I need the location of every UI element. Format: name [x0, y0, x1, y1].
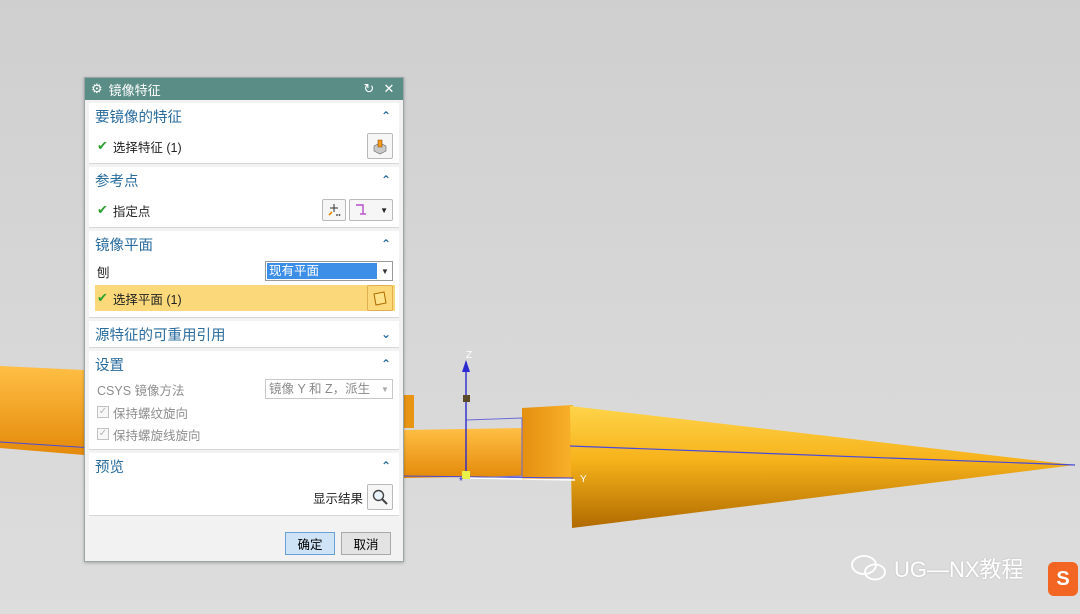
cone-tip: [570, 406, 1075, 528]
csys-method-value: 镜像 Y 和 Z，派生: [269, 382, 371, 396]
point-dialog-button[interactable]: [322, 199, 346, 221]
group-features: 要镜像的特征 ⌃ ✔ 选择特征 (1): [89, 103, 399, 164]
group-header-reuse[interactable]: 源特征的可重用引用 ⌄: [89, 321, 399, 347]
chevron-up-icon[interactable]: ⌃: [379, 173, 393, 187]
chevron-down-icon: ▼: [381, 384, 389, 394]
chevron-up-icon[interactable]: ⌃: [379, 109, 393, 123]
inferred-point-icon: [356, 204, 366, 215]
chevron-down-icon: ▼: [380, 205, 388, 215]
left-shaft-end: [404, 395, 414, 428]
dialog-footer: 确定 取消: [285, 532, 391, 555]
group-title: 设置: [95, 357, 124, 374]
plane-type-select[interactable]: 现有平面 ▼: [265, 261, 393, 281]
group-reference-point: 参考点 ⌃ ✔ 指定点 ▼: [89, 167, 399, 228]
chevron-down-icon[interactable]: ⌄: [379, 327, 393, 341]
group-title: 预览: [95, 459, 124, 476]
group-header-features[interactable]: 要镜像的特征 ⌃: [89, 103, 399, 129]
keep-helix-row[interactable]: ✓ 保持螺旋线旋向: [89, 423, 399, 445]
mirror-feature-dialog: ⚙ 镜像特征 ↻ ✕ 要镜像的特征 ⌃ ✔ 选择特征 (1) 参考点 ⌃ ✔ 指…: [84, 77, 404, 562]
keep-thread-checkbox[interactable]: ✓: [97, 406, 109, 418]
group-header-settings[interactable]: 设置 ⌃: [89, 351, 399, 377]
chevron-down-icon: ▼: [381, 266, 389, 276]
keep-thread-row[interactable]: ✓ 保持螺纹旋向: [89, 401, 399, 423]
group-title: 镜像平面: [95, 237, 153, 254]
plane-type-value: 现有平面: [267, 263, 377, 279]
show-result-row: 显示结果: [89, 479, 399, 515]
z-handle: [463, 395, 470, 402]
z-axis-label: Z: [466, 350, 473, 361]
checkmark-icon: ✔: [97, 138, 108, 153]
chevron-up-icon[interactable]: ⌃: [379, 459, 393, 473]
group-header-preview[interactable]: 预览 ⌃: [89, 453, 399, 479]
select-feature-row[interactable]: ✔ 选择特征 (1): [89, 129, 399, 163]
gear-icon[interactable]: ⚙: [91, 81, 103, 97]
thin-shaft: [404, 428, 526, 478]
cancel-button[interactable]: 取消: [341, 532, 391, 555]
reset-icon[interactable]: ↻: [361, 81, 377, 97]
point-constructor-icon: [328, 204, 341, 216]
chevron-up-icon[interactable]: ⌃: [379, 237, 393, 251]
group-title: 参考点: [95, 173, 139, 190]
step-block: [522, 405, 573, 480]
group-mirror-plane: 镜像平面 ⌃ 刨 现有平面 ▼ ✔ 选择平面 (1): [89, 231, 399, 318]
watermark: UG—NX教程: [850, 552, 1024, 584]
feature-icon: [373, 139, 387, 155]
chevron-up-icon[interactable]: ⌃: [379, 357, 393, 371]
select-plane-label: 选择平面 (1): [112, 292, 182, 307]
watermark-text: UG—NX教程: [894, 557, 1024, 582]
group-header-refpoint[interactable]: 参考点 ⌃: [89, 167, 399, 193]
wechat-icon: [851, 555, 886, 581]
show-result-button[interactable]: [367, 484, 393, 510]
select-feature-label: 选择特征 (1): [112, 140, 182, 155]
dialog-title: 镜像特征: [108, 82, 161, 98]
plane-type-label: 刨: [97, 265, 110, 280]
select-plane-row[interactable]: ✔ 选择平面 (1): [95, 285, 395, 311]
csys-method-row: CSYS 镜像方法 镜像 Y 和 Z，派生 ▼: [89, 377, 399, 401]
point-type-dropdown[interactable]: ▼: [349, 199, 393, 221]
y-axis-label: Y: [580, 474, 587, 485]
specify-point-row[interactable]: ✔ 指定点 ▼: [89, 193, 399, 227]
group-header-plane[interactable]: 镜像平面 ⌃: [89, 231, 399, 257]
group-settings: 设置 ⌃ CSYS 镜像方法 镜像 Y 和 Z，派生 ▼ ✓ 保持螺纹旋向 ✓ …: [89, 351, 399, 450]
plane-type-row: 刨 现有平面 ▼: [89, 257, 399, 285]
csys-method-select[interactable]: 镜像 Y 和 Z，派生 ▼: [265, 379, 393, 399]
keep-helix-label: 保持螺旋线旋向: [113, 428, 201, 443]
sogou-logo-icon: S: [1048, 562, 1078, 596]
checkmark-icon: ✔: [97, 290, 108, 305]
checkmark-icon: ✔: [97, 202, 108, 217]
group-reusable-references: 源特征的可重用引用 ⌄: [89, 321, 399, 348]
magnifier-icon: [372, 489, 388, 505]
group-title: 源特征的可重用引用: [95, 327, 226, 344]
dialog-titlebar[interactable]: ⚙ 镜像特征 ↻ ✕: [85, 78, 403, 100]
group-title: 要镜像的特征: [95, 109, 182, 126]
left-shaft-part: [0, 366, 84, 455]
show-result-label: 显示结果: [312, 491, 363, 506]
keep-thread-label: 保持螺纹旋向: [113, 406, 189, 421]
keep-helix-checkbox[interactable]: ✓: [97, 428, 109, 440]
select-feature-button[interactable]: [367, 133, 393, 159]
origin-star: *: [459, 476, 463, 487]
plane-icon: [373, 291, 387, 306]
select-plane-button[interactable]: [367, 285, 393, 311]
csys-method-label: CSYS 镜像方法: [97, 383, 185, 398]
z-axis-arrow: [462, 360, 470, 372]
ok-button[interactable]: 确定: [285, 532, 335, 555]
origin-point: [462, 471, 470, 479]
specify-point-label: 指定点: [112, 204, 151, 219]
close-icon[interactable]: ✕: [381, 81, 397, 97]
group-preview: 预览 ⌃ 显示结果: [89, 453, 399, 516]
